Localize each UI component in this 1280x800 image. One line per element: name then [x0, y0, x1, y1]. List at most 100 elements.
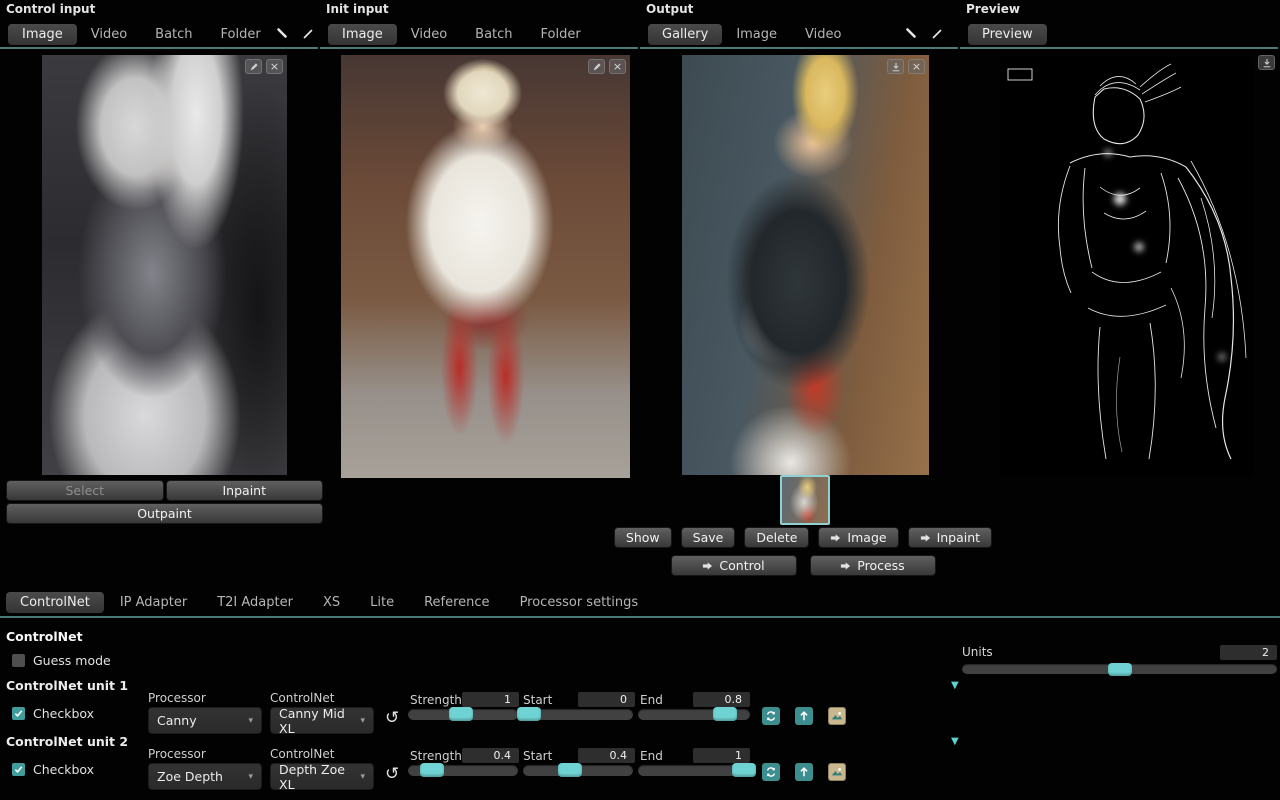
init-input-image[interactable]: ×: [341, 55, 630, 478]
tab-t2i-adapter[interactable]: T2I Adapter: [203, 592, 307, 613]
download-icon[interactable]: [887, 59, 904, 74]
start-slider-handle[interactable]: [558, 763, 582, 777]
tab-output-gallery[interactable]: Gallery: [648, 24, 722, 45]
arrow-right-icon: [920, 533, 931, 543]
send-to-control-label: Control: [719, 558, 764, 573]
preview-image[interactable]: [1000, 57, 1253, 477]
save-button[interactable]: Save: [681, 527, 736, 548]
controlnet-heading: ControlNet: [6, 629, 83, 644]
output-image[interactable]: ×: [682, 55, 929, 475]
brush-icon[interactable]: [904, 27, 918, 41]
send-to-process-button[interactable]: Process: [810, 555, 936, 576]
pencil-icon[interactable]: [930, 27, 944, 41]
upload-icon[interactable]: [795, 763, 813, 781]
checkbox-unchecked-icon[interactable]: [12, 654, 25, 667]
strength-label: Strength: [410, 693, 462, 707]
outpaint-button[interactable]: Outpaint: [6, 503, 323, 524]
tab-preview[interactable]: Preview: [968, 24, 1047, 45]
tab-init-image[interactable]: Image: [328, 24, 397, 45]
end-slider-handle[interactable]: [732, 763, 756, 777]
end-value-input[interactable]: 0.8: [693, 692, 750, 707]
image-icon[interactable]: [828, 763, 846, 781]
tab-reference[interactable]: Reference: [410, 592, 503, 613]
send-to-image-label: Image: [847, 530, 886, 545]
close-icon[interactable]: ×: [266, 59, 283, 74]
edit-pencil-icon[interactable]: [588, 59, 605, 74]
unit-enabled-checkbox[interactable]: Checkbox: [12, 706, 94, 721]
unit-enabled-checkbox[interactable]: Checkbox: [12, 762, 94, 777]
canny-edge-art: [1000, 57, 1253, 477]
tab-output-video[interactable]: Video: [791, 24, 855, 45]
start-slider-handle[interactable]: [517, 707, 541, 721]
processor-dropdown[interactable]: Canny ▾: [148, 707, 262, 734]
strength-slider[interactable]: [408, 765, 518, 776]
pencil-icon[interactable]: [301, 27, 315, 41]
strength-slider-handle[interactable]: [420, 763, 444, 777]
gallery-thumbnail-selected[interactable]: [780, 475, 830, 525]
tab-controlnet[interactable]: ControlNet: [6, 592, 104, 613]
strength-value-input[interactable]: 1: [462, 692, 519, 707]
chevron-down-icon: ▾: [240, 772, 253, 782]
end-slider-handle[interactable]: [713, 707, 737, 721]
start-label: Start: [523, 749, 552, 763]
tab-control-image[interactable]: Image: [8, 24, 77, 45]
control-input-tabbar: Image Video Batch Folder: [0, 21, 318, 49]
strength-slider[interactable]: [408, 709, 518, 720]
units-slider-handle[interactable]: [1108, 663, 1132, 676]
units-value-input[interactable]: 2: [1220, 645, 1277, 660]
send-to-image-button[interactable]: Image: [818, 527, 898, 548]
controlnet-model-dropdown[interactable]: Canny Mid XL ▾: [270, 707, 374, 734]
strength-slider-handle[interactable]: [449, 707, 473, 721]
checkbox-checked-icon[interactable]: [12, 763, 25, 776]
preview-label: Preview: [966, 2, 1020, 16]
unit-action-buttons: [762, 763, 846, 781]
start-value-input[interactable]: 0.4: [578, 748, 635, 763]
close-icon[interactable]: ×: [609, 59, 626, 74]
tab-init-batch[interactable]: Batch: [461, 24, 526, 45]
reset-icon[interactable]: ↺: [385, 765, 399, 782]
end-value-input[interactable]: 1: [693, 748, 750, 763]
reset-icon[interactable]: ↺: [385, 709, 399, 726]
brush-icon[interactable]: [275, 27, 289, 41]
tab-init-folder[interactable]: Folder: [527, 24, 595, 45]
strength-value-input[interactable]: 0.4: [462, 748, 519, 763]
refresh-icon[interactable]: [762, 707, 780, 725]
tab-control-video[interactable]: Video: [77, 24, 141, 45]
download-icon[interactable]: [1258, 55, 1275, 70]
start-slider[interactable]: [523, 765, 633, 776]
tab-init-video[interactable]: Video: [397, 24, 461, 45]
refresh-icon[interactable]: [762, 763, 780, 781]
image-icon[interactable]: [828, 707, 846, 725]
units-slider[interactable]: [962, 664, 1277, 674]
start-slider[interactable]: [523, 709, 633, 720]
processor-dropdown[interactable]: Zoe Depth ▾: [148, 763, 262, 790]
checkbox-checked-icon[interactable]: [12, 707, 25, 720]
collapse-triangle-icon[interactable]: ▼: [951, 736, 959, 747]
units-label: Units: [962, 645, 993, 659]
tab-output-image[interactable]: Image: [722, 24, 791, 45]
close-icon[interactable]: ×: [908, 59, 925, 74]
app-window: Control input Image Video Batch Folder ×: [0, 0, 1280, 800]
tab-lite[interactable]: Lite: [356, 592, 408, 613]
control-input-panel: Control input Image Video Batch Folder ×: [0, 0, 320, 588]
show-button[interactable]: Show: [614, 527, 672, 548]
upload-icon[interactable]: [795, 707, 813, 725]
tab-ip-adapter[interactable]: IP Adapter: [106, 592, 201, 613]
end-slider[interactable]: [638, 765, 750, 776]
control-input-image[interactable]: ×: [42, 55, 287, 475]
start-value-input[interactable]: 0: [578, 692, 635, 707]
controlnet-model-dropdown[interactable]: Depth Zoe XL ▾: [270, 763, 374, 790]
delete-button[interactable]: Delete: [744, 527, 809, 548]
chevron-down-icon: ▾: [352, 772, 365, 782]
guess-mode-checkbox[interactable]: Guess mode: [12, 653, 111, 668]
tab-control-batch[interactable]: Batch: [141, 24, 206, 45]
send-to-control-button[interactable]: Control: [671, 555, 797, 576]
collapse-triangle-icon[interactable]: ▼: [951, 680, 959, 691]
select-button[interactable]: Select: [6, 480, 164, 501]
tab-xs[interactable]: XS: [309, 592, 354, 613]
end-slider[interactable]: [638, 709, 750, 720]
tab-processor-settings[interactable]: Processor settings: [506, 592, 653, 613]
edit-pencil-icon[interactable]: [245, 59, 262, 74]
tab-control-folder[interactable]: Folder: [207, 24, 275, 45]
inpaint-button[interactable]: Inpaint: [166, 480, 324, 501]
